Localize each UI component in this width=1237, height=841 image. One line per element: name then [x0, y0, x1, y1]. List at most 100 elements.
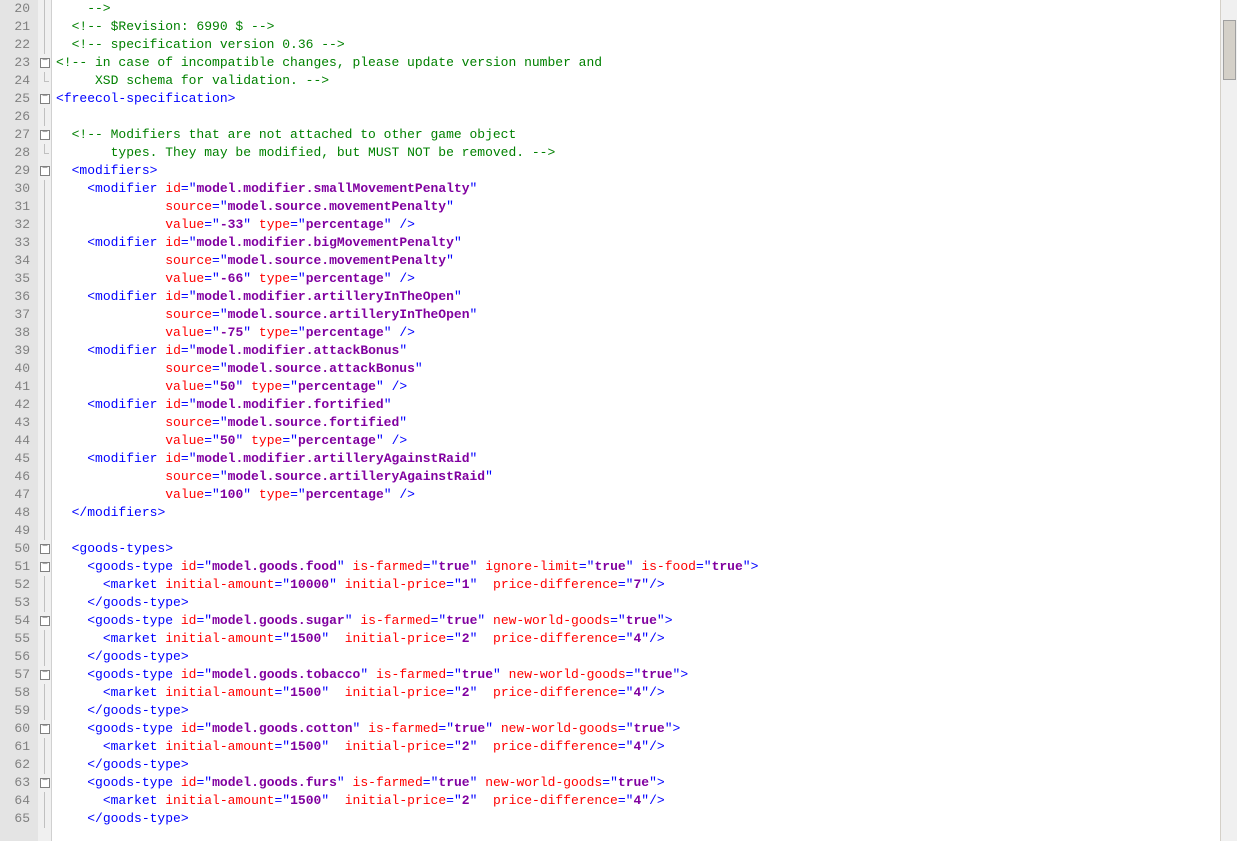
code-line[interactable]: <goods-type id="model.goods.furs" is-far… — [56, 774, 1237, 792]
code-line[interactable]: <market initial-amount="1500" initial-pr… — [56, 684, 1237, 702]
code-line[interactable]: types. They may be modified, but MUST NO… — [56, 144, 1237, 162]
line-number: 46 — [0, 468, 30, 486]
fold-guide — [38, 468, 51, 486]
code-line[interactable]: <modifier id="model.modifier.smallMoveme… — [56, 180, 1237, 198]
code-line[interactable]: </goods-type> — [56, 702, 1237, 720]
code-line[interactable]: XSD schema for validation. --> — [56, 72, 1237, 90]
code-line[interactable]: source="model.source.artilleryAgainstRai… — [56, 468, 1237, 486]
fold-toggle-icon[interactable] — [38, 126, 51, 144]
fold-guide — [38, 810, 51, 828]
fold-toggle-icon[interactable] — [38, 774, 51, 792]
code-area[interactable]: --> <!-- $Revision: 6990 $ --> <!-- spec… — [52, 0, 1237, 841]
line-number: 63 — [0, 774, 30, 792]
line-number: 20 — [0, 0, 30, 18]
fold-toggle-icon[interactable] — [38, 720, 51, 738]
line-number: 47 — [0, 486, 30, 504]
code-line[interactable]: <freecol-specification> — [56, 90, 1237, 108]
fold-guide — [38, 36, 51, 54]
code-line[interactable]: value="50" type="percentage" /> — [56, 378, 1237, 396]
line-number: 51 — [0, 558, 30, 576]
code-line[interactable]: <market initial-amount="1500" initial-pr… — [56, 792, 1237, 810]
fold-toggle-icon[interactable] — [38, 666, 51, 684]
code-line[interactable]: <modifier id="model.modifier.artilleryIn… — [56, 288, 1237, 306]
fold-guide — [38, 72, 51, 90]
line-number: 35 — [0, 270, 30, 288]
line-number: 29 — [0, 162, 30, 180]
code-line[interactable] — [56, 108, 1237, 126]
code-line[interactable]: </goods-type> — [56, 594, 1237, 612]
fold-column[interactable] — [38, 0, 52, 841]
code-line[interactable]: --> — [56, 0, 1237, 18]
line-number: 49 — [0, 522, 30, 540]
code-line[interactable]: <modifiers> — [56, 162, 1237, 180]
code-line[interactable]: value="100" type="percentage" /> — [56, 486, 1237, 504]
line-number: 24 — [0, 72, 30, 90]
code-line[interactable]: <market initial-amount="10000" initial-p… — [56, 576, 1237, 594]
code-line[interactable]: value="-75" type="percentage" /> — [56, 324, 1237, 342]
vertical-scrollbar[interactable] — [1220, 0, 1237, 841]
code-line[interactable]: <market initial-amount="1500" initial-pr… — [56, 738, 1237, 756]
code-line[interactable]: <modifier id="model.modifier.attackBonus… — [56, 342, 1237, 360]
fold-toggle-icon[interactable] — [38, 612, 51, 630]
code-line[interactable]: <goods-types> — [56, 540, 1237, 558]
code-line[interactable]: source="model.source.movementPenalty" — [56, 252, 1237, 270]
fold-toggle-icon[interactable] — [38, 540, 51, 558]
line-number: 25 — [0, 90, 30, 108]
code-editor[interactable]: 2021222324252627282930313233343536373839… — [0, 0, 1237, 841]
code-line[interactable]: <!-- $Revision: 6990 $ --> — [56, 18, 1237, 36]
code-line[interactable]: </goods-type> — [56, 810, 1237, 828]
line-number: 44 — [0, 432, 30, 450]
code-line[interactable] — [56, 522, 1237, 540]
code-line[interactable]: <goods-type id="model.goods.tobacco" is-… — [56, 666, 1237, 684]
code-line[interactable]: <modifier id="model.modifier.artilleryAg… — [56, 450, 1237, 468]
fold-guide — [38, 216, 51, 234]
fold-guide — [38, 270, 51, 288]
line-number: 65 — [0, 810, 30, 828]
line-number: 57 — [0, 666, 30, 684]
code-line[interactable]: value="50" type="percentage" /> — [56, 432, 1237, 450]
line-number: 41 — [0, 378, 30, 396]
fold-guide — [38, 702, 51, 720]
line-number: 55 — [0, 630, 30, 648]
code-line[interactable]: <!-- specification version 0.36 --> — [56, 36, 1237, 54]
scrollbar-thumb[interactable] — [1223, 20, 1236, 80]
code-line[interactable]: source="model.source.fortified" — [56, 414, 1237, 432]
line-number: 37 — [0, 306, 30, 324]
fold-toggle-icon[interactable] — [38, 90, 51, 108]
code-line[interactable]: </modifiers> — [56, 504, 1237, 522]
fold-guide — [38, 234, 51, 252]
line-number: 33 — [0, 234, 30, 252]
fold-guide — [38, 594, 51, 612]
code-line[interactable]: source="model.source.movementPenalty" — [56, 198, 1237, 216]
code-line[interactable]: <goods-type id="model.goods.sugar" is-fa… — [56, 612, 1237, 630]
fold-guide — [38, 180, 51, 198]
line-number: 64 — [0, 792, 30, 810]
code-line[interactable]: <!-- in case of incompatible changes, pl… — [56, 54, 1237, 72]
code-line[interactable]: source="model.source.attackBonus" — [56, 360, 1237, 378]
code-line[interactable]: <modifier id="model.modifier.fortified" — [56, 396, 1237, 414]
line-number: 53 — [0, 594, 30, 612]
line-number: 21 — [0, 18, 30, 36]
code-line[interactable]: <modifier id="model.modifier.bigMovement… — [56, 234, 1237, 252]
code-line[interactable]: source="model.source.artilleryInTheOpen" — [56, 306, 1237, 324]
code-line[interactable]: </goods-type> — [56, 648, 1237, 666]
fold-guide — [38, 576, 51, 594]
fold-toggle-icon[interactable] — [38, 54, 51, 72]
code-line[interactable]: <market initial-amount="1500" initial-pr… — [56, 630, 1237, 648]
code-line[interactable]: value="-66" type="percentage" /> — [56, 270, 1237, 288]
code-line[interactable]: <!-- Modifiers that are not attached to … — [56, 126, 1237, 144]
fold-guide — [38, 378, 51, 396]
fold-toggle-icon[interactable] — [38, 558, 51, 576]
code-line[interactable]: <goods-type id="model.goods.food" is-far… — [56, 558, 1237, 576]
fold-guide — [38, 432, 51, 450]
line-number: 28 — [0, 144, 30, 162]
code-line[interactable]: <goods-type id="model.goods.cotton" is-f… — [56, 720, 1237, 738]
line-number: 27 — [0, 126, 30, 144]
line-number: 31 — [0, 198, 30, 216]
code-line[interactable]: </goods-type> — [56, 756, 1237, 774]
line-number: 39 — [0, 342, 30, 360]
fold-toggle-icon[interactable] — [38, 162, 51, 180]
line-number: 61 — [0, 738, 30, 756]
line-number: 43 — [0, 414, 30, 432]
code-line[interactable]: value="-33" type="percentage" /> — [56, 216, 1237, 234]
